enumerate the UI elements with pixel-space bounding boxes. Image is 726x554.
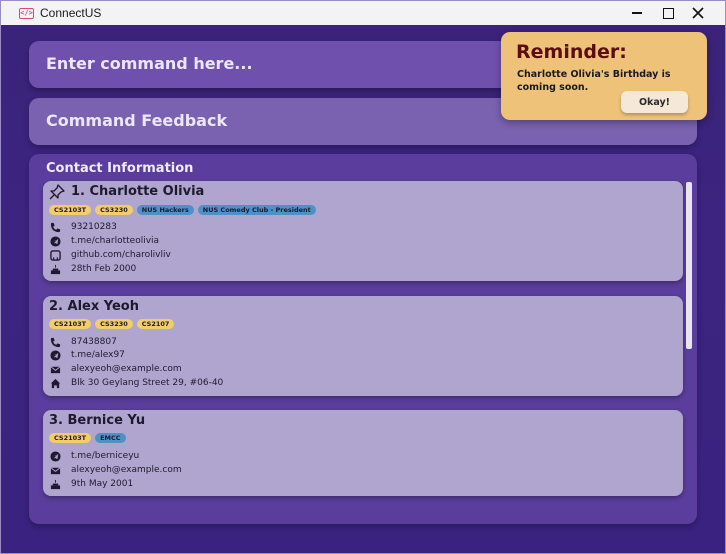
address-row: Blk 30 Geylang Street 29, #06-40 xyxy=(49,377,223,389)
feedback-text: Command Feedback xyxy=(46,111,228,130)
birthday-cake-icon xyxy=(49,263,61,275)
tag: NUS Comedy Club - President xyxy=(197,205,316,215)
tag-list: CS2103T EMCC xyxy=(49,433,126,443)
phone-icon xyxy=(49,221,61,233)
contact-name: 1. Charlotte Olivia xyxy=(71,184,205,199)
app-window: </> ConnectUS Command Feedback Contact I… xyxy=(0,0,726,554)
tag: CS3230 xyxy=(95,205,133,215)
birthday-row: 9th May 2001 xyxy=(49,478,133,490)
email-value: alexyeoh@example.com xyxy=(71,465,182,475)
minimize-icon[interactable] xyxy=(621,1,653,25)
reminder-popup: Reminder: Charlotte Olivia's Birthday is… xyxy=(501,32,707,120)
phone-value: 93210283 xyxy=(71,222,117,232)
scrollbar[interactable] xyxy=(686,182,692,349)
phone-row: 87438807 xyxy=(49,336,117,348)
phone-icon xyxy=(49,336,61,348)
birthday-value: 28th Feb 2000 xyxy=(71,264,137,274)
tag: CS2103T xyxy=(49,205,92,215)
contact-card[interactable]: 1. Charlotte Olivia CS2103T CS3230 NUS H… xyxy=(43,181,683,281)
code-brackets-icon: </> xyxy=(19,8,34,19)
telegram-value: t.me/alex97 xyxy=(71,350,125,360)
tag-list: CS2103T CS3230 CS2107 xyxy=(49,319,175,329)
tag: CS2103T xyxy=(49,433,92,443)
reminder-title: Reminder: xyxy=(516,41,627,63)
tag: EMCC xyxy=(95,433,126,443)
birthday-cake-icon xyxy=(49,478,61,490)
tag: NUS Hackers xyxy=(136,205,194,215)
contact-name: 2. Alex Yeoh xyxy=(49,299,139,314)
tag-list: CS2103T CS3230 NUS Hackers NUS Comedy Cl… xyxy=(49,205,316,215)
birthday-value: 9th May 2001 xyxy=(71,479,134,489)
pin-icon xyxy=(49,184,65,200)
contact-card[interactable]: 2. Alex Yeoh CS2103T CS3230 CS2107 87438… xyxy=(43,296,683,396)
email-icon xyxy=(49,464,61,476)
birthday-row: 28th Feb 2000 xyxy=(49,263,136,275)
close-icon[interactable] xyxy=(682,1,714,25)
telegram-row: t.me/charlotteolivia xyxy=(49,235,159,247)
email-value: alexyeoh@example.com xyxy=(71,364,182,374)
telegram-icon xyxy=(49,235,61,247)
title-bar[interactable]: </> ConnectUS xyxy=(1,1,725,25)
home-icon xyxy=(49,377,61,389)
tag: CS2107 xyxy=(136,319,175,329)
tag: CS2103T xyxy=(49,319,92,329)
telegram-value: t.me/berniceyu xyxy=(71,451,140,461)
command-input[interactable] xyxy=(46,54,486,73)
email-row: alexyeoh@example.com xyxy=(49,464,182,476)
email-icon xyxy=(49,363,61,375)
panel-title: Contact Information xyxy=(46,161,194,176)
email-row: alexyeoh@example.com xyxy=(49,363,182,375)
telegram-row: t.me/alex97 xyxy=(49,349,125,361)
contact-panel: Contact Information 1. Charlotte Olivia … xyxy=(29,154,697,524)
address-value: Blk 30 Geylang Street 29, #06-40 xyxy=(71,378,224,388)
contact-name: 3. Bernice Yu xyxy=(49,413,146,428)
telegram-value: t.me/charlotteolivia xyxy=(71,236,160,246)
github-value: github.com/charolivliv xyxy=(71,250,171,260)
github-row: github.com/charolivliv xyxy=(49,249,171,261)
phone-value: 87438807 xyxy=(71,337,117,347)
github-icon xyxy=(49,249,61,261)
okay-button[interactable]: Okay! xyxy=(621,91,688,113)
telegram-icon xyxy=(49,450,61,462)
window-title: ConnectUS xyxy=(40,6,102,20)
contact-card[interactable]: 3. Bernice Yu CS2103T EMCC t.me/bernicey… xyxy=(43,410,683,496)
phone-row: 93210283 xyxy=(49,221,117,233)
telegram-icon xyxy=(49,349,61,361)
telegram-row: t.me/berniceyu xyxy=(49,450,139,462)
tag: CS3230 xyxy=(95,319,133,329)
maximize-icon[interactable] xyxy=(652,1,684,25)
